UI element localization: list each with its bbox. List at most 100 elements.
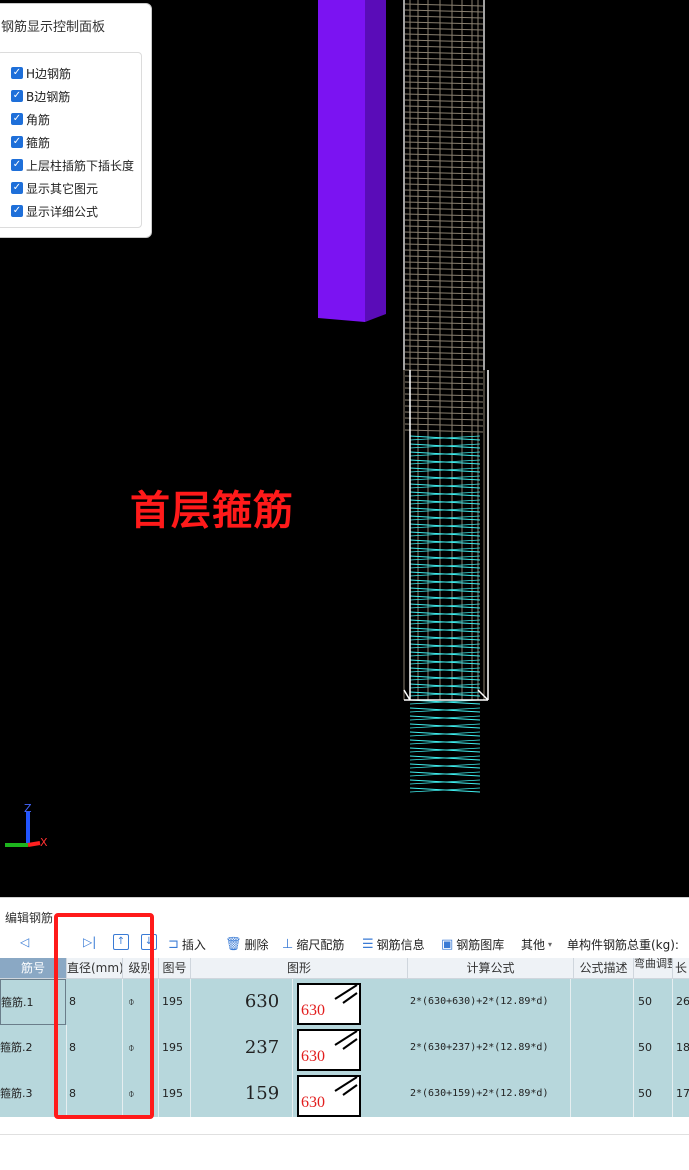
cell-dimension[interactable]: 630 (232, 979, 293, 1025)
cell-length[interactable]: 17 (676, 1071, 689, 1117)
rebar-line (404, 315, 484, 319)
cell-bend-adjust[interactable]: 50 (638, 1025, 673, 1071)
panel-title: 钢筋显示控制面板 (1, 20, 106, 35)
rebar-line (404, 411, 484, 415)
total-weight-label: 单构件钢筋总重(kg): (567, 938, 679, 952)
rebar-line (404, 393, 484, 397)
rebar-line (404, 87, 484, 91)
rebar-line (404, 135, 484, 139)
option-show-detailed-formula[interactable]: ✓ 显示详细公式 (11, 201, 98, 221)
rebar-line (404, 243, 484, 247)
rebar-line (404, 153, 484, 157)
insert-button[interactable]: ⊐ 插入 (168, 936, 206, 953)
rebar-line (404, 93, 484, 97)
rebar-line (404, 189, 484, 193)
cell-formula[interactable]: 2*(630+159)+2*(12.89*d) (410, 1071, 571, 1117)
option-label: B边钢筋 (26, 89, 71, 104)
checkbox-checked-icon[interactable]: ✓ (11, 90, 23, 102)
rebar-line (404, 285, 484, 289)
checkbox-checked-icon[interactable]: ✓ (11, 159, 23, 171)
3d-viewport[interactable]: 钢筋显示控制面板 ✓ H边钢筋 ✓ B边钢筋 ✓ 角筋 ✓ 箍筋 ✓ 上层柱插筋下插长度 … (0, 0, 689, 897)
cell-figure-number[interactable]: 195 (162, 1071, 191, 1117)
cell-formula[interactable]: 2*(630+237)+2*(12.89*d) (410, 1025, 571, 1071)
column-header[interactable]: 弯曲调整 (634, 958, 673, 979)
option-b-edge-rebar[interactable]: ✓ B边钢筋 (11, 86, 70, 106)
rebar-line (403, 689, 411, 701)
rebar-line (404, 75, 484, 79)
rebar-line (404, 27, 484, 31)
cell-dimension[interactable]: 237 (232, 1025, 293, 1071)
rebar-line (404, 249, 484, 253)
rebar-line (404, 387, 484, 391)
option-label: H边钢筋 (26, 66, 72, 81)
rebar-line (404, 177, 484, 181)
cell-figure-number[interactable]: 195 (162, 1025, 191, 1071)
x-axis-label: X (40, 836, 48, 849)
checkbox-checked-icon[interactable]: ✓ (11, 67, 23, 79)
first-record-icon[interactable]: ◁ (20, 935, 29, 949)
option-label: 显示其它图元 (26, 181, 99, 196)
rebar-line (404, 63, 484, 67)
shape-dimension-label: 630 (301, 1048, 325, 1065)
option-label: 显示详细公式 (26, 204, 99, 219)
cell-bend-adjust[interactable]: 50 (638, 979, 673, 1025)
cell-length[interactable]: 18 (676, 1025, 689, 1071)
stirrup-shape-figure[interactable]: 630 (297, 983, 361, 1025)
column-header[interactable]: 图号 (159, 958, 191, 979)
library-icon: ▣ (441, 937, 454, 952)
option-label: 角筋 (26, 112, 51, 127)
checkbox-checked-icon[interactable]: ✓ (11, 182, 23, 194)
rebar-library-button[interactable]: ▣ 钢筋图库 (441, 936, 504, 953)
rebar-line (404, 291, 484, 295)
rebar-line (404, 213, 484, 217)
rebar-line (404, 273, 484, 277)
cell-figure-number[interactable]: 195 (162, 979, 191, 1025)
rebar-line (404, 363, 484, 367)
rebar-line (477, 689, 489, 701)
delete-button[interactable]: 🗑 删除 (225, 936, 269, 953)
rebar-line (404, 231, 484, 235)
scale-rebar-button[interactable]: ⊥ 缩尺配筋 (282, 936, 344, 953)
rebar-line (404, 357, 484, 361)
column-header[interactable]: 长 (673, 958, 689, 979)
option-corner-rebar[interactable]: ✓ 角筋 (11, 109, 50, 129)
rebar-line (404, 15, 484, 19)
rebar-cage (403, 0, 489, 793)
stirrup-shape-figure[interactable]: 630 (297, 1075, 361, 1117)
column-header[interactable]: 计算公式 (408, 958, 574, 979)
column-header[interactable]: 公式描述 (574, 958, 634, 979)
other-dropdown[interactable]: 其他 ▾ (521, 936, 552, 953)
rebar-line (404, 165, 484, 169)
cell-formula-description[interactable] (576, 1025, 634, 1071)
rebar-line (404, 237, 484, 241)
rebar-line (404, 225, 484, 229)
cell-formula-description[interactable] (576, 979, 634, 1025)
z-axis-label: Z (24, 802, 32, 815)
rebar-line (404, 45, 484, 49)
rebar-line (404, 111, 484, 115)
rebar-line (404, 327, 484, 331)
cell-dimension[interactable]: 159 (232, 1071, 293, 1117)
upper-column (318, 0, 365, 322)
rebar-line (404, 99, 484, 103)
option-stirrup[interactable]: ✓ 箍筋 (11, 132, 50, 152)
rebar-info-button[interactable]: ☰ 钢筋信息 (362, 936, 425, 953)
stirrup-shape-figure[interactable]: 630 (297, 1029, 361, 1071)
checkbox-checked-icon[interactable]: ✓ (11, 113, 23, 125)
insert-icon: ⊐ (168, 937, 179, 952)
cell-bend-adjust[interactable]: 50 (638, 1071, 673, 1117)
option-show-other-elements[interactable]: ✓ 显示其它图元 (11, 178, 98, 198)
rebar-line (404, 195, 484, 199)
option-upper-column-dowel[interactable]: ✓ 上层柱插筋下插长度 (11, 155, 134, 175)
rebar-line (404, 129, 484, 133)
cell-formula-description[interactable] (576, 1071, 634, 1117)
cell-length[interactable]: 26 (676, 979, 689, 1025)
rebar-line (404, 423, 484, 427)
option-h-edge-rebar[interactable]: ✓ H边钢筋 (11, 63, 71, 83)
rebar-line (404, 39, 484, 43)
checkbox-checked-icon[interactable]: ✓ (11, 205, 23, 217)
checkbox-checked-icon[interactable]: ✓ (11, 136, 23, 148)
rebar-line (404, 141, 484, 145)
cell-formula[interactable]: 2*(630+630)+2*(12.89*d) (410, 979, 571, 1025)
column-header[interactable]: 图形 (191, 958, 408, 979)
